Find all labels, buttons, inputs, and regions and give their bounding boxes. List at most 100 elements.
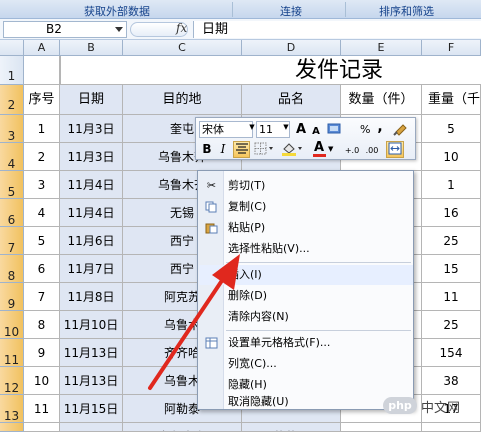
cell-no[interactable]: 1 [24, 115, 60, 143]
select-all-corner[interactable] [0, 40, 24, 56]
sheet-title-cell[interactable]: 发件记录 [60, 56, 481, 85]
cell-product[interactable]: 蔬菜干 [242, 423, 341, 432]
formula-input[interactable]: 日期 [193, 21, 481, 38]
cell-weight[interactable]: 15 [422, 255, 481, 283]
chevron-down-icon[interactable]: ▼ [249, 124, 255, 131]
cell-no[interactable]: 11 [24, 395, 60, 423]
grow-font-icon[interactable]: A [294, 121, 308, 138]
ribbon-group-connections[interactable]: 连接 [280, 3, 302, 19]
menu-item-unhide[interactable]: 取消隐藏(U) [199, 392, 413, 412]
row-header-2[interactable]: 2 [0, 85, 24, 115]
cell-a1[interactable] [24, 56, 60, 85]
borders-icon[interactable] [253, 141, 275, 158]
cell-weight[interactable]: 25 [422, 311, 481, 339]
cell-no[interactable]: 9 [24, 339, 60, 367]
row-header-8[interactable]: 8 [0, 255, 24, 283]
cell-date[interactable]: 11月8日 [60, 283, 123, 311]
cell-no[interactable]: 10 [24, 367, 60, 395]
cell-date[interactable]: 11月6日 [60, 227, 123, 255]
cell-no[interactable]: 5 [24, 227, 60, 255]
row-header-5[interactable]: 5 [0, 171, 24, 199]
cell-no[interactable]: 2 [24, 143, 60, 171]
cell-weight[interactable]: 1 [422, 171, 481, 199]
cell-destination[interactable]: 乌鲁木齐 [123, 423, 242, 432]
header-cell-weight[interactable]: 重量（千克 [422, 85, 481, 115]
menu-item-paste[interactable]: 粘贴(P) [199, 218, 413, 238]
merge-center-icon[interactable] [386, 141, 404, 158]
fill-color-icon[interactable] [280, 141, 304, 158]
cell-weight[interactable]: 25 [422, 227, 481, 255]
header-cell-date[interactable]: 日期 [60, 85, 123, 115]
row-header-4[interactable]: 4 [0, 143, 24, 171]
menu-item-column-width[interactable]: 列宽(C)... [199, 354, 413, 374]
cell-no[interactable]: 8 [24, 311, 60, 339]
menu-item-paste-special[interactable]: 选择性粘贴(V)... [199, 239, 413, 259]
cell-date[interactable]: 11月3日 [60, 115, 123, 143]
row-header-3[interactable]: 3 [0, 115, 24, 143]
column-header-a[interactable]: A [24, 40, 60, 56]
insert-function-icon[interactable]: fx [176, 21, 187, 35]
row-header-1[interactable]: 1 [0, 56, 24, 85]
row-header-13[interactable]: 13 [0, 395, 24, 423]
row-header-14[interactable] [0, 423, 24, 432]
column-header-c[interactable]: C [123, 40, 242, 56]
font-color-icon[interactable]: A ▼ [311, 140, 335, 158]
column-header-f[interactable]: F [422, 40, 481, 56]
menu-item-insert[interactable]: 插入(I) [199, 265, 413, 285]
cell-date[interactable]: 11月10日 [60, 311, 123, 339]
cell-weight[interactable]: 38 [422, 367, 481, 395]
cell-weight[interactable]: 10 [422, 143, 481, 171]
bold-button[interactable]: B [200, 141, 214, 158]
header-cell-product[interactable]: 品名 [242, 85, 341, 115]
format-painter-icon[interactable] [392, 121, 410, 138]
cell-no[interactable]: 3 [24, 171, 60, 199]
row-header-12[interactable]: 12 [0, 367, 24, 395]
column-header-d[interactable]: D [242, 40, 341, 56]
cell-date[interactable]: 11月4日 [60, 199, 123, 227]
cell-no[interactable]: 6 [24, 255, 60, 283]
decrease-decimal-icon[interactable]: .00 [362, 142, 382, 158]
row-header-11[interactable]: 11 [0, 339, 24, 367]
cell-weight[interactable]: 16 [422, 199, 481, 227]
menu-item-copy[interactable]: 复制(C) [199, 197, 413, 217]
column-header-e[interactable]: E [341, 40, 422, 56]
cell-weight[interactable]: 154 [422, 339, 481, 367]
chevron-down-icon[interactable] [115, 27, 123, 32]
header-cell-quantity[interactable]: 数量（件） [341, 85, 422, 115]
menu-item-clear-contents[interactable]: 清除内容(N) [199, 307, 413, 327]
menu-item-format-cells[interactable]: 设置单元格格式(F)... [199, 333, 413, 353]
italic-button[interactable]: I [216, 141, 230, 158]
comma-style-icon[interactable]: , [374, 119, 386, 136]
ribbon-group-get-external-data[interactable]: 获取外部数据 [84, 3, 150, 19]
menu-item-delete[interactable]: 删除(D) [199, 286, 413, 306]
row-header-7[interactable]: 7 [0, 227, 24, 255]
row-header-10[interactable]: 10 [0, 311, 24, 339]
cell-weight[interactable]: 5 [422, 115, 481, 143]
cell-no[interactable]: 12 [24, 423, 60, 432]
cell-no[interactable]: 4 [24, 199, 60, 227]
accounting-format-icon[interactable] [326, 121, 344, 138]
cell-quantity[interactable] [341, 423, 422, 432]
font-name-box[interactable]: 宋体 [199, 121, 253, 138]
menu-item-cut[interactable]: ✂ 剪切(T) [199, 176, 413, 196]
cell-date[interactable]: 11月4日 [60, 171, 123, 199]
row-header-6[interactable]: 6 [0, 199, 24, 227]
cell-date[interactable]: 11月3日 [60, 143, 123, 171]
column-header-b[interactable]: B [60, 40, 123, 56]
header-cell-no[interactable]: 序号 [24, 85, 60, 115]
cell-date[interactable]: 11月7日 [60, 255, 123, 283]
name-box[interactable]: B2 [3, 21, 127, 38]
chevron-down-icon[interactable]: ▼ [283, 124, 289, 131]
increase-decimal-icon[interactable]: +.0 [342, 142, 362, 158]
cell-weight[interactable]: 11 [422, 283, 481, 311]
cell-date[interactable]: 11月15日 [60, 395, 123, 423]
cell-weight[interactable] [422, 423, 481, 432]
cell-date[interactable]: 11月13日 [60, 367, 123, 395]
cell-no[interactable]: 7 [24, 283, 60, 311]
ribbon-group-sort-filter[interactable]: 排序和筛选 [379, 3, 434, 19]
cell-date[interactable]: 11月13日 [60, 339, 123, 367]
align-center-icon[interactable] [233, 141, 250, 158]
shrink-font-icon[interactable]: A [310, 123, 322, 138]
header-cell-destination[interactable]: 目的地 [123, 85, 242, 115]
cell-date[interactable]: 11月18日 [60, 423, 123, 432]
